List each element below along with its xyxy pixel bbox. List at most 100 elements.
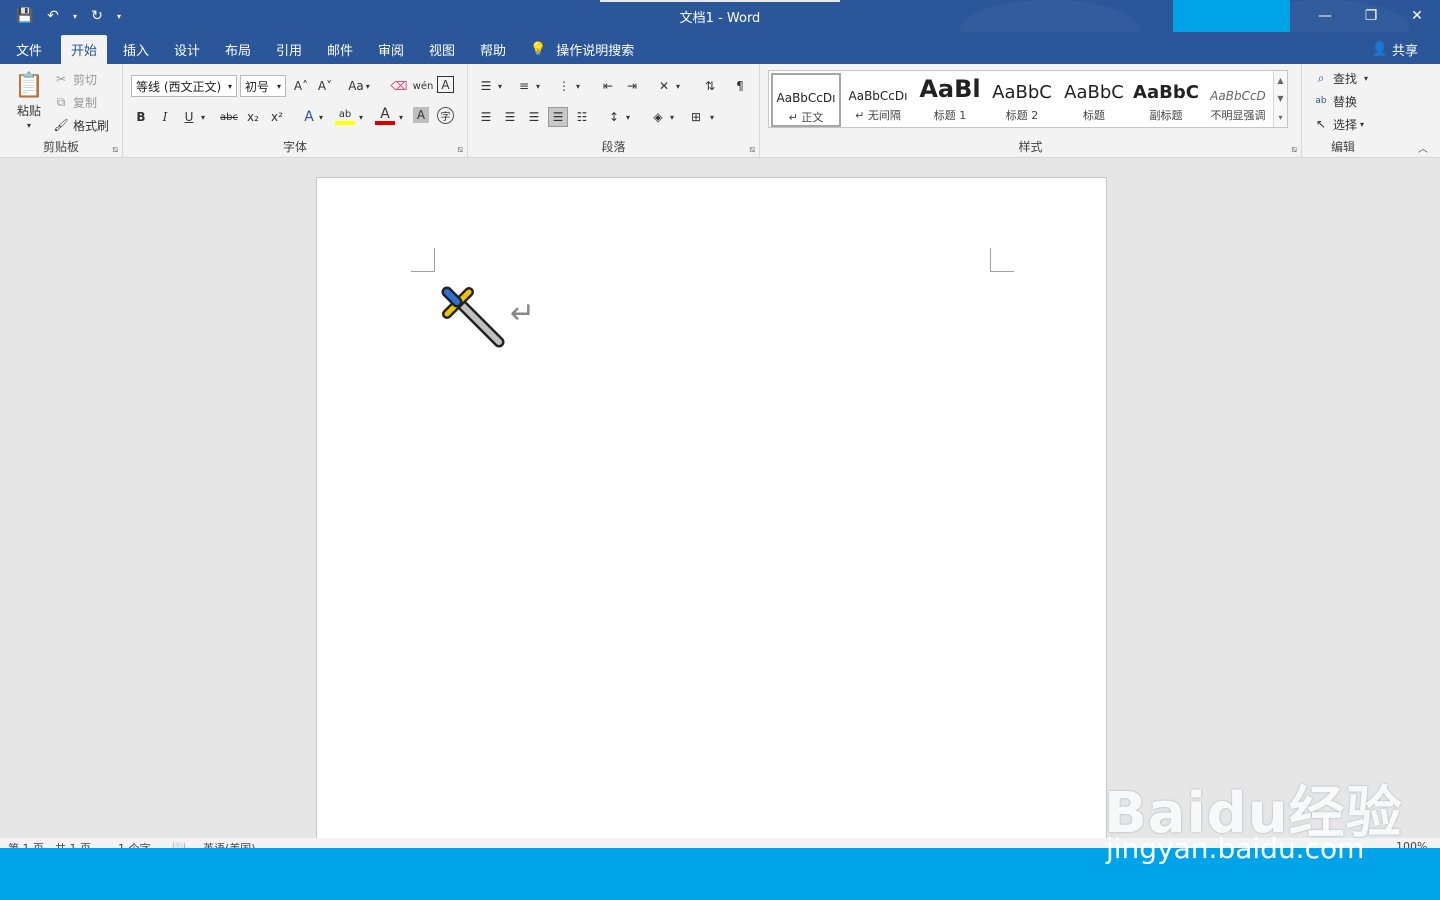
style-heading-1[interactable]: AaBl 标题 1	[915, 73, 985, 127]
grow-font-button[interactable]: A˄	[291, 76, 311, 96]
more-styles-icon[interactable]: ▾	[1278, 113, 1282, 122]
paragraph-mark: ↵	[510, 296, 536, 331]
chevron-down-icon[interactable]: ▾	[672, 76, 684, 96]
format-painter-label: 格式刷	[73, 118, 110, 133]
chinese-layout-icon[interactable]: ✕	[654, 76, 674, 96]
show-marks-icon[interactable]: ¶	[730, 76, 750, 96]
chevron-down-icon[interactable]: ▾	[494, 76, 506, 96]
tab-layout[interactable]: 布局	[215, 35, 261, 64]
restore-button[interactable]: ❐	[1348, 0, 1394, 32]
style-subtitle[interactable]: AaBbC 副标题	[1131, 73, 1201, 127]
cut-button[interactable]: ✂ 剪切	[52, 70, 97, 88]
dialog-launcher-icon[interactable]: ⧅	[749, 145, 755, 155]
chevron-down-icon[interactable]: ▾	[706, 107, 718, 127]
minimize-button[interactable]: —	[1302, 0, 1348, 32]
chevron-down-icon[interactable]: ▾	[395, 107, 407, 127]
shading-bucket-icon[interactable]: ◈	[648, 107, 668, 127]
font-size-select[interactable]: 初号 ▾	[240, 75, 286, 97]
collapse-ribbon-icon[interactable]: ︿	[1418, 140, 1428, 155]
scroll-down-icon[interactable]: ▼	[1277, 94, 1283, 103]
close-button[interactable]: ✕	[1394, 0, 1440, 32]
scroll-up-icon[interactable]: ▲	[1277, 76, 1283, 85]
tab-mailings[interactable]: 邮件	[317, 35, 363, 64]
align-left-icon[interactable]: ☰	[476, 107, 496, 127]
bullets-icon[interactable]: ☰	[476, 76, 496, 96]
chevron-down-icon: ▾	[1360, 119, 1365, 129]
styles-scrollbar[interactable]: ▲ ▼ ▾	[1273, 71, 1287, 127]
style-preview: AaBbCcDı	[776, 91, 836, 105]
justify-icon[interactable]: ☰	[548, 107, 568, 127]
enclose-character-icon[interactable]: 字	[437, 107, 454, 124]
tab-references[interactable]: 引用	[266, 35, 312, 64]
character-shading-icon[interactable]: A	[413, 107, 429, 123]
dialog-launcher-icon[interactable]: ⧅	[457, 145, 463, 155]
tab-insert[interactable]: 插入	[113, 35, 159, 64]
copy-button[interactable]: ⧉ 复制	[52, 93, 97, 111]
chevron-down-icon[interactable]: ▾	[355, 107, 367, 127]
line-spacing-icon[interactable]: ↕	[604, 107, 624, 127]
style-title[interactable]: AaBbC 标题	[1059, 73, 1129, 127]
numbering-icon[interactable]: ≡	[514, 76, 534, 96]
font-name-select[interactable]: 等线 (西文正文) ▾	[131, 75, 237, 97]
style-heading-2[interactable]: AaBbC 标题 2	[987, 73, 1057, 127]
style-name: 标题 2	[1005, 109, 1039, 122]
italic-button[interactable]: I	[155, 107, 175, 127]
chevron-down-icon: ▾	[227, 81, 232, 91]
tell-me-label: 操作说明搜索	[556, 44, 635, 59]
decrease-indent-icon[interactable]: ⇤	[598, 76, 618, 96]
strikethrough-button[interactable]: abc	[217, 107, 241, 127]
select-button[interactable]: ↖ 选择 ▾	[1312, 115, 1364, 133]
tell-me-search[interactable]: 💡 操作说明搜索	[530, 35, 634, 64]
replace-button[interactable]: ab 替换	[1312, 92, 1357, 110]
character-border-icon[interactable]: A	[437, 76, 454, 93]
dialog-launcher-icon[interactable]: ⧅	[1291, 145, 1297, 155]
align-right-icon[interactable]: ☰	[524, 107, 544, 127]
dialog-launcher-icon[interactable]: ⧅	[112, 145, 118, 155]
style-no-spacing[interactable]: AaBbCcDı ↵ 无间隔	[843, 73, 913, 127]
font-group-label: 字体	[282, 140, 307, 154]
underline-button[interactable]: U	[179, 107, 199, 127]
paste-button[interactable]: 📋 粘贴 ▾	[14, 70, 44, 130]
document-page[interactable]: ↵	[316, 177, 1107, 857]
tab-help[interactable]: 帮助	[470, 35, 516, 64]
multilevel-list-icon[interactable]: ⋮	[554, 76, 574, 96]
clipboard-icon: 📋	[14, 71, 44, 99]
sort-icon[interactable]: ⇅	[700, 76, 720, 96]
clipboard-group-label: 剪贴板	[42, 140, 79, 154]
shrink-font-button[interactable]: A˅	[315, 76, 335, 96]
superscript-button[interactable]: x²	[267, 107, 287, 127]
highlight-color-icon[interactable]: ab	[335, 107, 355, 125]
style-normal[interactable]: AaBbCcDı ↵ 正文	[771, 73, 841, 127]
phonetic-guide-icon[interactable]: wén	[413, 76, 434, 96]
borders-icon[interactable]: ⊞	[686, 107, 706, 127]
find-button[interactable]: ⌕ 查找 ▾	[1312, 69, 1368, 87]
share-label: 共享	[1391, 44, 1418, 59]
bold-button[interactable]: B	[131, 107, 151, 127]
tab-view[interactable]: 视图	[419, 35, 465, 64]
chevron-down-icon: ▾	[26, 121, 31, 130]
chevron-down-icon: ▾	[365, 81, 370, 91]
subscript-button[interactable]: x₂	[243, 107, 263, 127]
chevron-down-icon[interactable]: ▾	[622, 107, 634, 127]
font-color-icon[interactable]: A	[375, 106, 395, 125]
distributed-icon[interactable]: ☷	[572, 107, 592, 127]
increase-indent-icon[interactable]: ⇥	[622, 76, 642, 96]
tab-home[interactable]: 开始	[61, 35, 108, 64]
chevron-down-icon[interactable]: ▾	[532, 76, 544, 96]
chevron-down-icon[interactable]: ▾	[315, 107, 327, 127]
change-case-button[interactable]: Aa ▾	[343, 76, 375, 96]
tab-review[interactable]: 审阅	[368, 35, 414, 64]
share-button[interactable]: 👤 共享	[1372, 35, 1418, 64]
tab-file[interactable]: 文件	[6, 35, 52, 64]
style-subtle-emphasis[interactable]: AaBbCcD 不明显强调	[1203, 73, 1273, 127]
format-painter-button[interactable]: 🖌 格式刷	[52, 116, 109, 134]
copy-icon: ⧉	[56, 94, 66, 109]
chevron-down-icon[interactable]: ▾	[666, 107, 678, 127]
align-center-icon[interactable]: ☰	[500, 107, 520, 127]
style-name: 标题	[1083, 109, 1105, 122]
clear-formatting-icon[interactable]: ⌫	[389, 76, 409, 96]
watermark: Baidu经验 jingyan.baidu.com	[1104, 748, 1404, 868]
chevron-down-icon[interactable]: ▾	[572, 76, 584, 96]
tab-design[interactable]: 设计	[164, 35, 210, 64]
underline-dropdown-icon[interactable]: ▾	[197, 107, 209, 127]
